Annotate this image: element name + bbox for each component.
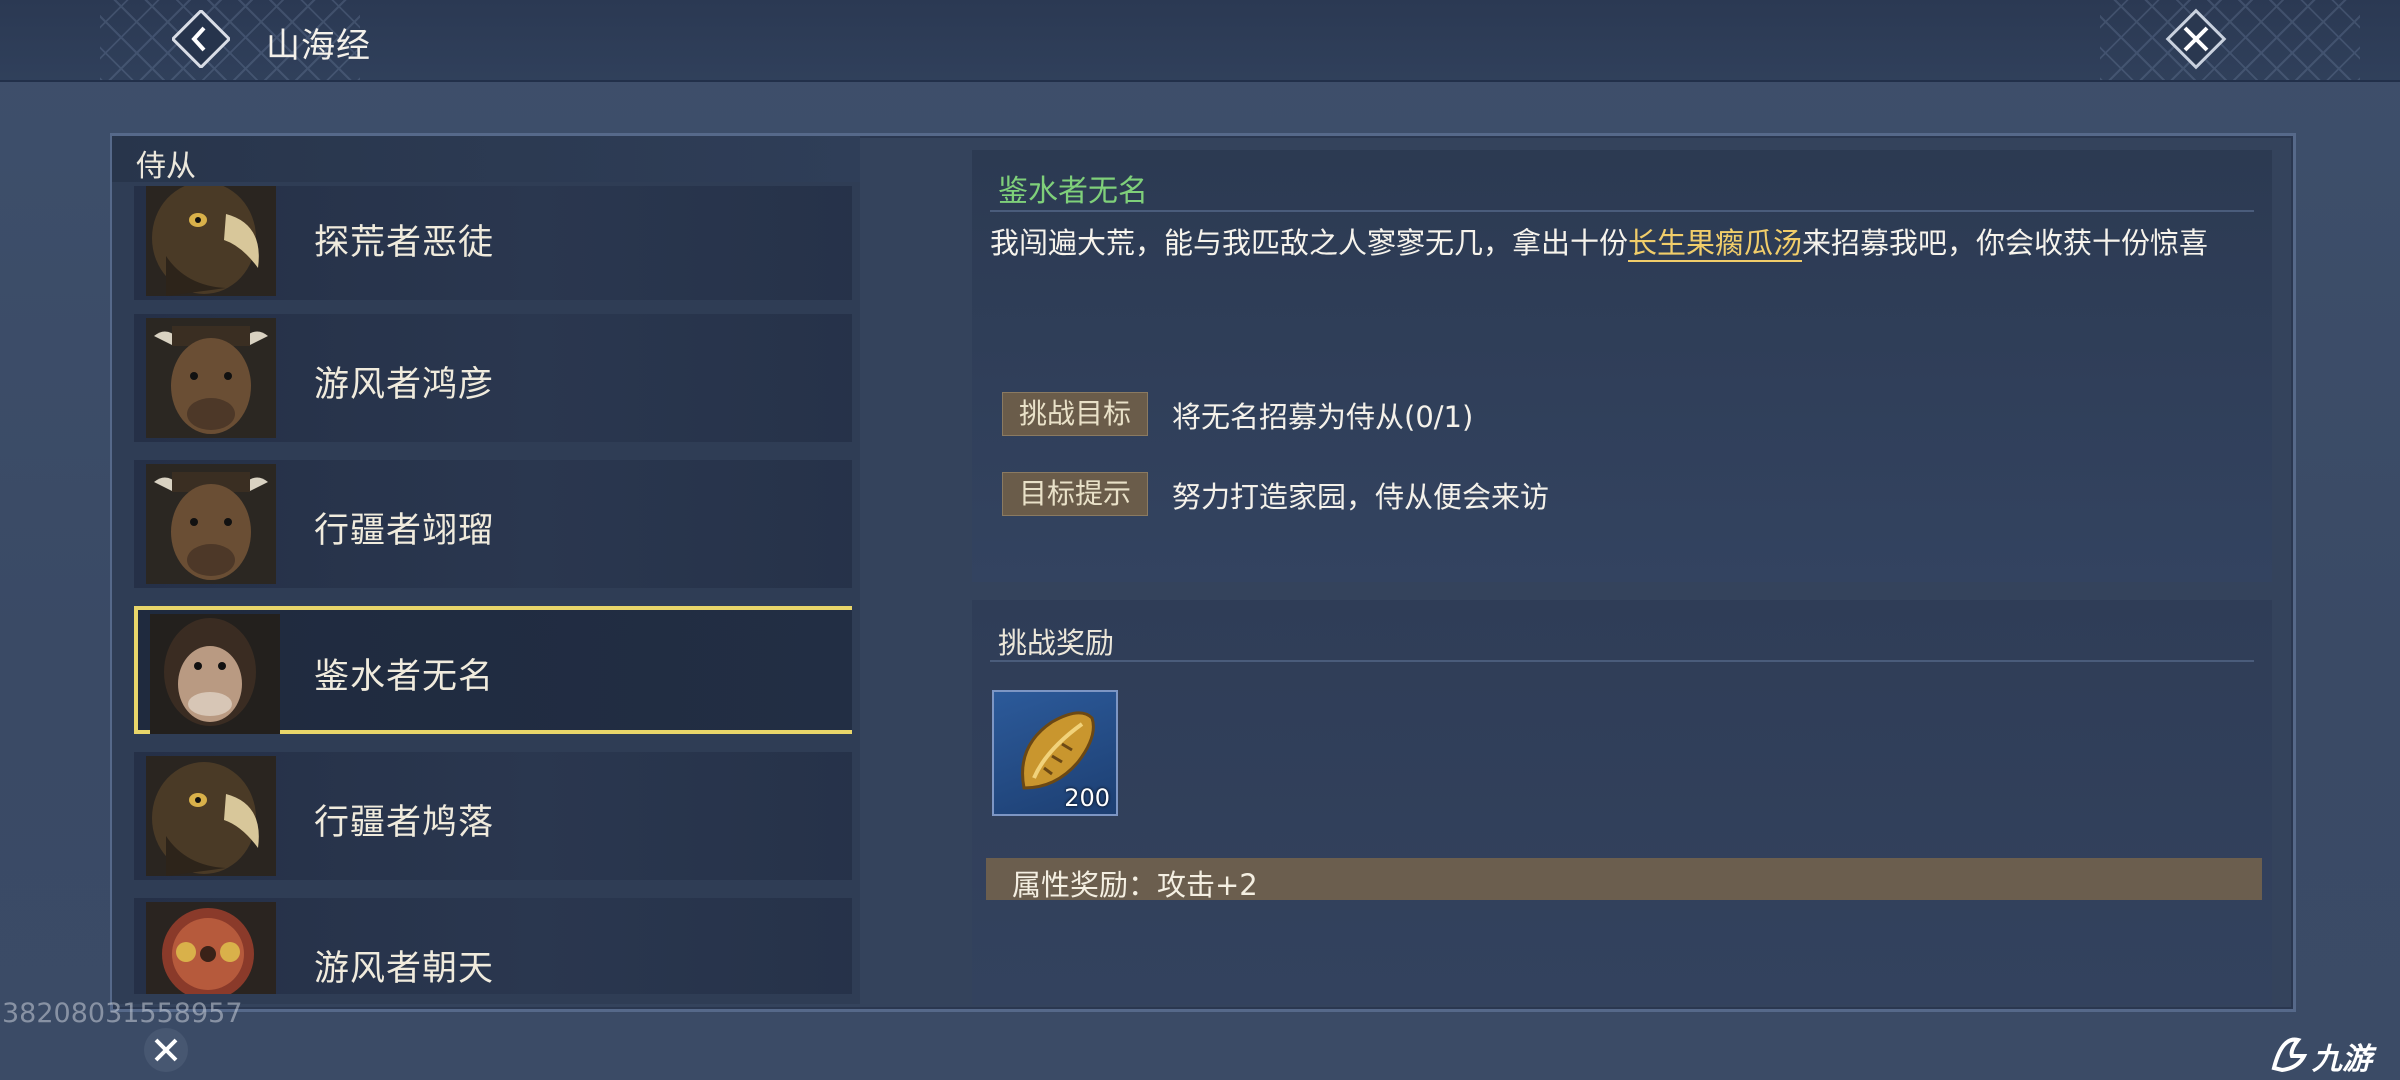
watermark-id: 38208031558957 bbox=[2, 998, 243, 1029]
reward-item-slot[interactable]: 200 bbox=[992, 690, 1118, 816]
attendant-name: 鉴水者无名 bbox=[314, 657, 495, 697]
eagle-portrait bbox=[146, 186, 276, 296]
desc-highlight-link[interactable]: 长生果瘸瓜汤 bbox=[1628, 226, 1803, 262]
list-item[interactable]: 游风者鸿彦 bbox=[134, 314, 852, 442]
hint-text: 努力打造家园，侍从便会来访 bbox=[1172, 480, 1550, 514]
attendant-name: 游风者朝天 bbox=[314, 949, 495, 989]
bull-portrait bbox=[146, 464, 276, 584]
attendant-name: 行疆者翊瑠 bbox=[314, 511, 495, 551]
close-icon bbox=[144, 1028, 188, 1072]
ornament-pattern-right bbox=[2100, 0, 2360, 80]
close-button[interactable] bbox=[2165, 8, 2227, 70]
list-item-selected[interactable]: 鉴水者无名 bbox=[134, 606, 852, 734]
divider bbox=[990, 660, 2254, 662]
back-button[interactable] bbox=[170, 8, 232, 70]
list-header: 侍从 bbox=[112, 136, 860, 184]
reward-title: 挑战奖励 bbox=[998, 626, 1115, 660]
list-item[interactable]: 行疆者鸠落 bbox=[134, 752, 852, 880]
item-count: 200 bbox=[1064, 784, 1110, 812]
list-item[interactable]: 游风者朝天 bbox=[134, 898, 852, 994]
detail-description: 我闯遍大荒，能与我匹敌之人寥寥无几，拿出十份长生果瘸瓜汤来招募我吧，你会收获十份… bbox=[990, 222, 2270, 264]
hint-tag: 目标提示 bbox=[1002, 472, 1148, 516]
close-bottom-button[interactable] bbox=[140, 1024, 192, 1076]
ornate-mask-portrait bbox=[146, 902, 276, 994]
close-icon bbox=[2165, 8, 2227, 70]
desc-text-2: 来招募我吧，你会收获十份惊喜 bbox=[1802, 226, 2209, 260]
chevron-left-icon bbox=[170, 8, 232, 70]
attendant-list-panel: 侍从 探荒者恶徒 游风者鸿彦 行疆者翊瑠 鉴水者无名 行疆者鸠落 游风者朝天 bbox=[112, 136, 860, 1004]
attendant-name: 游风者鸿彦 bbox=[314, 365, 495, 405]
eagle-portrait bbox=[146, 756, 276, 876]
list-item[interactable]: 探荒者恶徒 bbox=[134, 186, 852, 300]
list-header-label: 侍从 bbox=[136, 149, 196, 184]
desc-text-1: 我闯遍大荒，能与我匹敌之人寥寥无几，拿出十份 bbox=[990, 226, 1629, 260]
logo-text: 九游 bbox=[2312, 1042, 2372, 1077]
detail-panel: 鉴水者无名 我闯遍大荒，能与我匹敌之人寥寥无几，拿出十份长生果瘸瓜汤来招募我吧，… bbox=[972, 150, 2272, 582]
reward-panel: 挑战奖励 200 属性奖励：攻击+2 bbox=[972, 600, 2272, 1005]
divider bbox=[990, 210, 2254, 212]
site-logo: 九游 bbox=[2268, 1030, 2398, 1077]
list-item[interactable]: 行疆者翊瑠 bbox=[134, 460, 852, 588]
attendant-name: 行疆者鸠落 bbox=[314, 803, 495, 843]
goal-tag: 挑战目标 bbox=[1002, 392, 1148, 436]
ape-portrait bbox=[150, 614, 280, 734]
attribute-reward-bar: 属性奖励：攻击+2 bbox=[986, 858, 2262, 902]
detail-name: 鉴水者无名 bbox=[998, 174, 1148, 209]
bull-portrait bbox=[146, 318, 276, 438]
attendant-list[interactable]: 探荒者恶徒 游风者鸿彦 行疆者翊瑠 鉴水者无名 行疆者鸠落 游风者朝天 bbox=[122, 186, 852, 994]
page-title: 山海经 bbox=[266, 26, 371, 66]
goal-text: 将无名招募为侍从(0/1) bbox=[1172, 400, 1474, 434]
attendant-name: 探荒者恶徒 bbox=[314, 223, 495, 263]
attribute-reward-text: 属性奖励：攻击+2 bbox=[1012, 868, 1258, 902]
